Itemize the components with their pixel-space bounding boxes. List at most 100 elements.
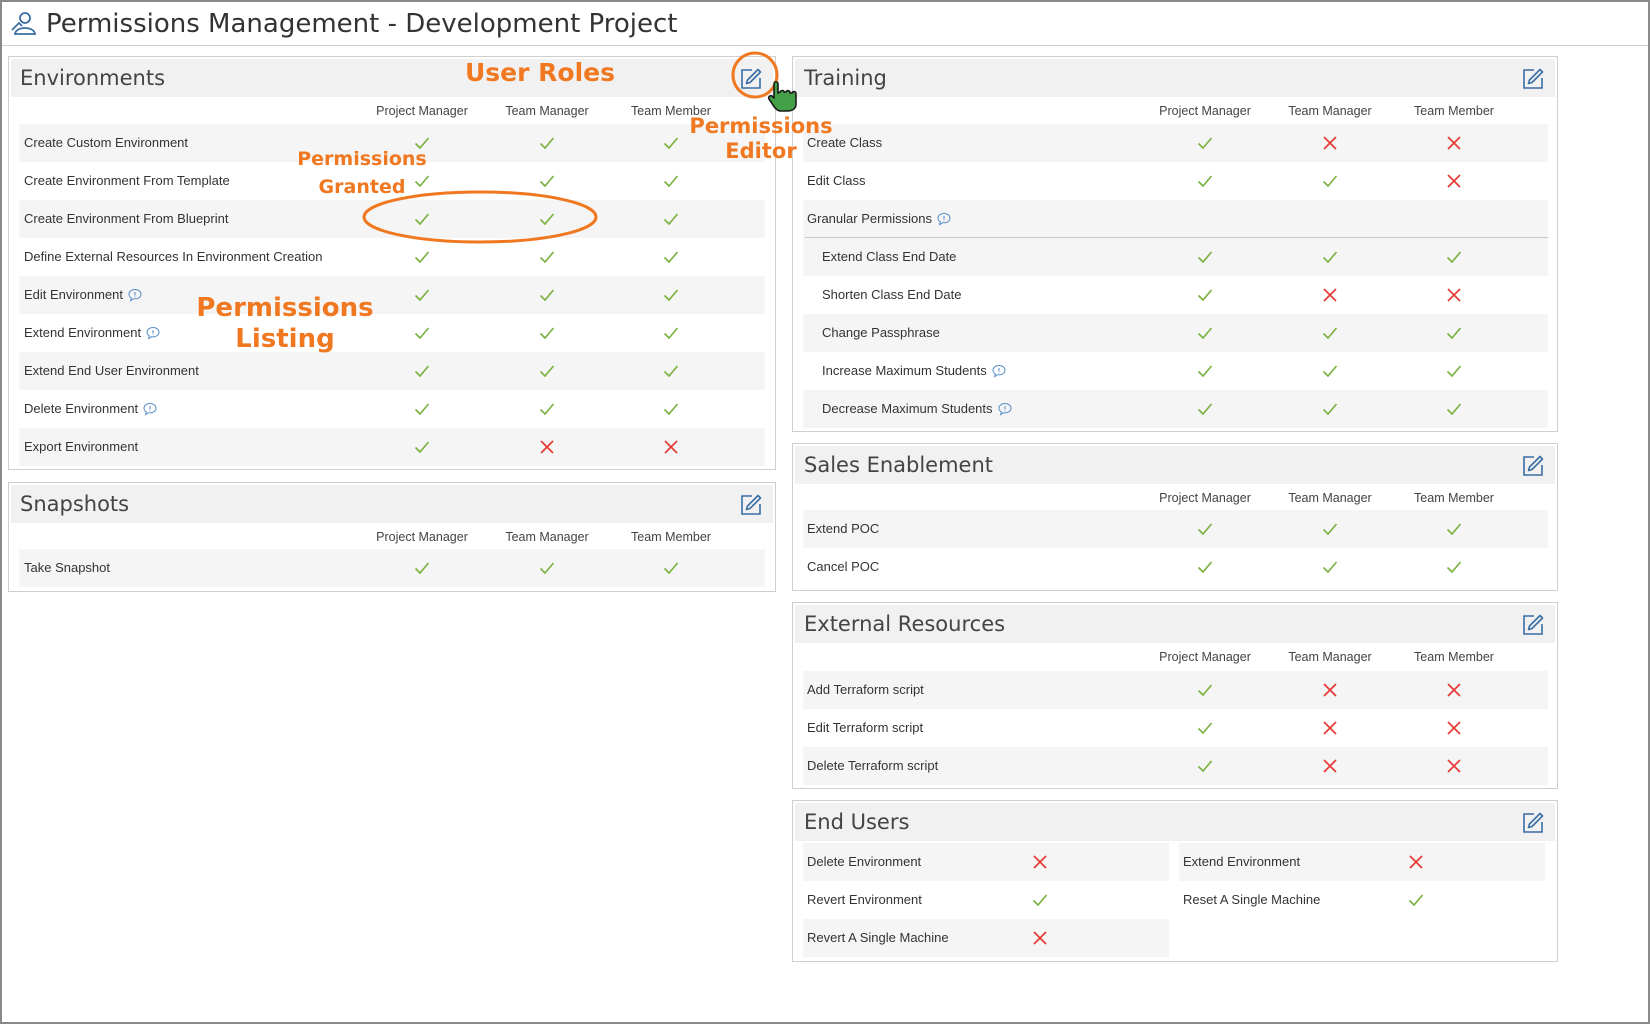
table-row: Delete Environment (19, 390, 765, 428)
check-icon (1322, 365, 1338, 378)
permission-label: Create Environment From Template (24, 173, 230, 188)
check-icon (1197, 722, 1213, 735)
role-column-header: Team Member (1414, 104, 1494, 118)
end-user-permission-item: Extend Environment (1179, 843, 1545, 881)
cross-icon (664, 440, 678, 454)
role-column-header: Project Manager (1159, 650, 1251, 664)
info-tooltip-icon[interactable] (146, 326, 160, 340)
edit-permissions-button[interactable] (1521, 613, 1545, 637)
edit-permissions-button[interactable] (739, 67, 763, 91)
permission-label: Extend POC (807, 521, 879, 536)
check-icon (1322, 561, 1338, 574)
check-icon (539, 365, 555, 378)
check-icon (1446, 561, 1462, 574)
role-column-header: Team Member (1414, 650, 1494, 664)
table-row: Create Environment From Blueprint (19, 200, 765, 238)
end-user-permission-item: Delete Environment (803, 843, 1169, 881)
check-icon (1322, 175, 1338, 188)
check-icon (539, 137, 555, 150)
check-icon (539, 251, 555, 264)
end-users-panel: End Users Delete Environment Extend Envir… (792, 800, 1558, 962)
permission-label: Add Terraform script (807, 682, 924, 697)
role-column-header: Project Manager (1159, 104, 1251, 118)
permission-label: Extend Environment (1183, 854, 1301, 869)
table-row: Extend Environment (19, 314, 765, 352)
check-icon (539, 289, 555, 302)
permission-label-text: Add Terraform script (807, 682, 924, 697)
table-row: Shorten Class End Date (803, 276, 1548, 314)
permission-label: Export Environment (24, 439, 138, 454)
edit-icon (1523, 455, 1544, 476)
external-resources-panel: External Resources Project Manager Team M… (792, 602, 1558, 789)
permission-label-text: Shorten Class End Date (822, 287, 962, 302)
table-row: Define External Resources In Environment… (19, 238, 765, 276)
cross-icon (1409, 855, 1423, 869)
cross-icon (1447, 721, 1461, 735)
permission-label-text: Export Environment (24, 439, 139, 454)
edit-icon (1523, 68, 1544, 89)
permission-label: Edit Terraform script (807, 720, 923, 735)
info-tooltip-icon[interactable] (128, 288, 142, 302)
permissions-users-icon (11, 11, 37, 35)
annotation-line: Permissions (297, 148, 427, 170)
role-column-header: Team Member (1414, 491, 1494, 505)
check-icon (663, 251, 679, 264)
permission-label-text: Edit Terraform script (807, 720, 924, 735)
permission-label: Take Snapshot (24, 560, 110, 575)
page-header: Permissions Management - Development Pro… (2, 2, 1648, 46)
role-column-header: Team Manager (1288, 650, 1372, 664)
check-icon (663, 562, 679, 575)
permission-label-text: Define External Resources In Environment… (24, 249, 323, 264)
role-column-header: Team Manager (1288, 491, 1372, 505)
check-icon (414, 441, 430, 454)
cross-icon (1323, 759, 1337, 773)
cross-icon (1323, 721, 1337, 735)
permission-label-text: Edit Environment (24, 287, 123, 302)
environments-panel: Environments Project Manager Team Manager… (8, 56, 776, 470)
role-column-header: Team Member (631, 530, 711, 544)
group-label-text: Granular Permissions (807, 211, 932, 226)
check-icon (663, 365, 679, 378)
info-tooltip-icon[interactable] (143, 402, 157, 416)
edit-icon (1523, 614, 1544, 635)
check-icon (1197, 289, 1213, 302)
permission-label: Create Custom Environment (24, 135, 188, 150)
cross-icon (1033, 855, 1047, 869)
end-user-permission-item: Reset A Single Machine (1179, 881, 1545, 919)
check-icon (663, 213, 679, 226)
training-panel: Training Project Manager Team Manager Team… (792, 56, 1558, 432)
edit-permissions-button[interactable] (739, 493, 763, 517)
check-icon (1197, 175, 1213, 188)
check-icon (1197, 403, 1213, 416)
cross-icon (1447, 174, 1461, 188)
info-tooltip-icon[interactable] (992, 364, 1006, 378)
table-row: Add Terraform script (803, 671, 1548, 709)
check-icon (414, 251, 430, 264)
info-tooltip-icon[interactable] (998, 402, 1012, 416)
check-icon (1197, 760, 1213, 773)
permission-label-text: Delete Environment (24, 401, 139, 416)
permission-label: Edit Environment (24, 287, 142, 302)
permission-label: Decrease Maximum Students (822, 401, 1012, 416)
check-icon (539, 403, 555, 416)
permission-label-text: Delete Terraform script (807, 758, 939, 773)
table-row: Extend End User Environment (19, 352, 765, 390)
edit-icon (741, 494, 762, 515)
permission-label: Extend Environment (24, 325, 160, 340)
permission-label-text: Edit Class (807, 173, 866, 188)
edit-permissions-button[interactable] (1521, 811, 1545, 835)
table-row: Change Passphrase (803, 314, 1548, 352)
cross-icon (1447, 759, 1461, 773)
check-icon (539, 175, 555, 188)
edit-permissions-button[interactable] (1521, 454, 1545, 478)
edit-permissions-button[interactable] (1521, 67, 1545, 91)
panel-header: Environments (11, 59, 773, 97)
check-icon (1197, 137, 1213, 150)
check-icon (663, 327, 679, 340)
info-tooltip-icon[interactable] (937, 212, 951, 226)
annotation-line: Permissions (689, 114, 833, 138)
permission-label-text: Increase Maximum Students (822, 363, 987, 378)
panel-title: Snapshots (20, 492, 130, 516)
panel-title: Training (804, 66, 887, 90)
permission-label-text: Extend Environment (24, 325, 142, 340)
